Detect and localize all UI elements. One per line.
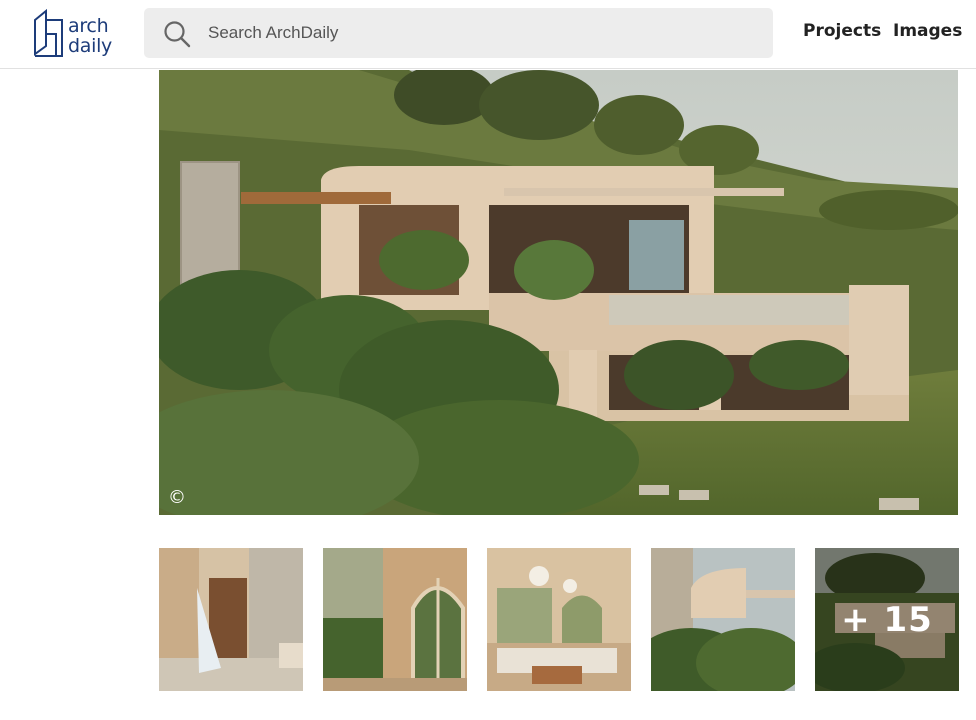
search-bar[interactable] <box>144 8 773 58</box>
gallery-thumbnail[interactable] <box>651 548 795 691</box>
logo-word-arch: arch <box>68 15 109 37</box>
hero-image[interactable]: © <box>159 70 958 515</box>
logo-word-daily: daily <box>68 35 113 57</box>
gallery-thumbnail[interactable] <box>159 548 303 691</box>
gallery-thumbnail[interactable] <box>487 548 631 691</box>
thumbnail-living-room <box>487 548 631 691</box>
more-images-overlay: + 15 <box>815 548 959 691</box>
copyright-icon: © <box>168 487 186 508</box>
gallery-more-thumbnail[interactable]: + 15 <box>815 548 959 691</box>
thumbnail-exterior-stone <box>651 548 795 691</box>
nav-images-link[interactable]: Images <box>893 21 962 41</box>
more-images-count: + 15 <box>841 599 933 640</box>
archdaily-logo-icon <box>34 8 63 57</box>
search-icon[interactable] <box>163 20 191 48</box>
archdaily-logo[interactable]: arch daily <box>32 8 118 60</box>
nav-projects-link[interactable]: Projects <box>803 21 881 41</box>
thumbnail-interior-stone-column <box>159 548 303 691</box>
gallery-thumbnail[interactable] <box>323 548 467 691</box>
thumbnail-arched-window <box>323 548 467 691</box>
hero-house-photo <box>159 70 958 515</box>
site-header: arch daily Projects Images <box>0 0 976 69</box>
search-input[interactable] <box>200 8 760 58</box>
